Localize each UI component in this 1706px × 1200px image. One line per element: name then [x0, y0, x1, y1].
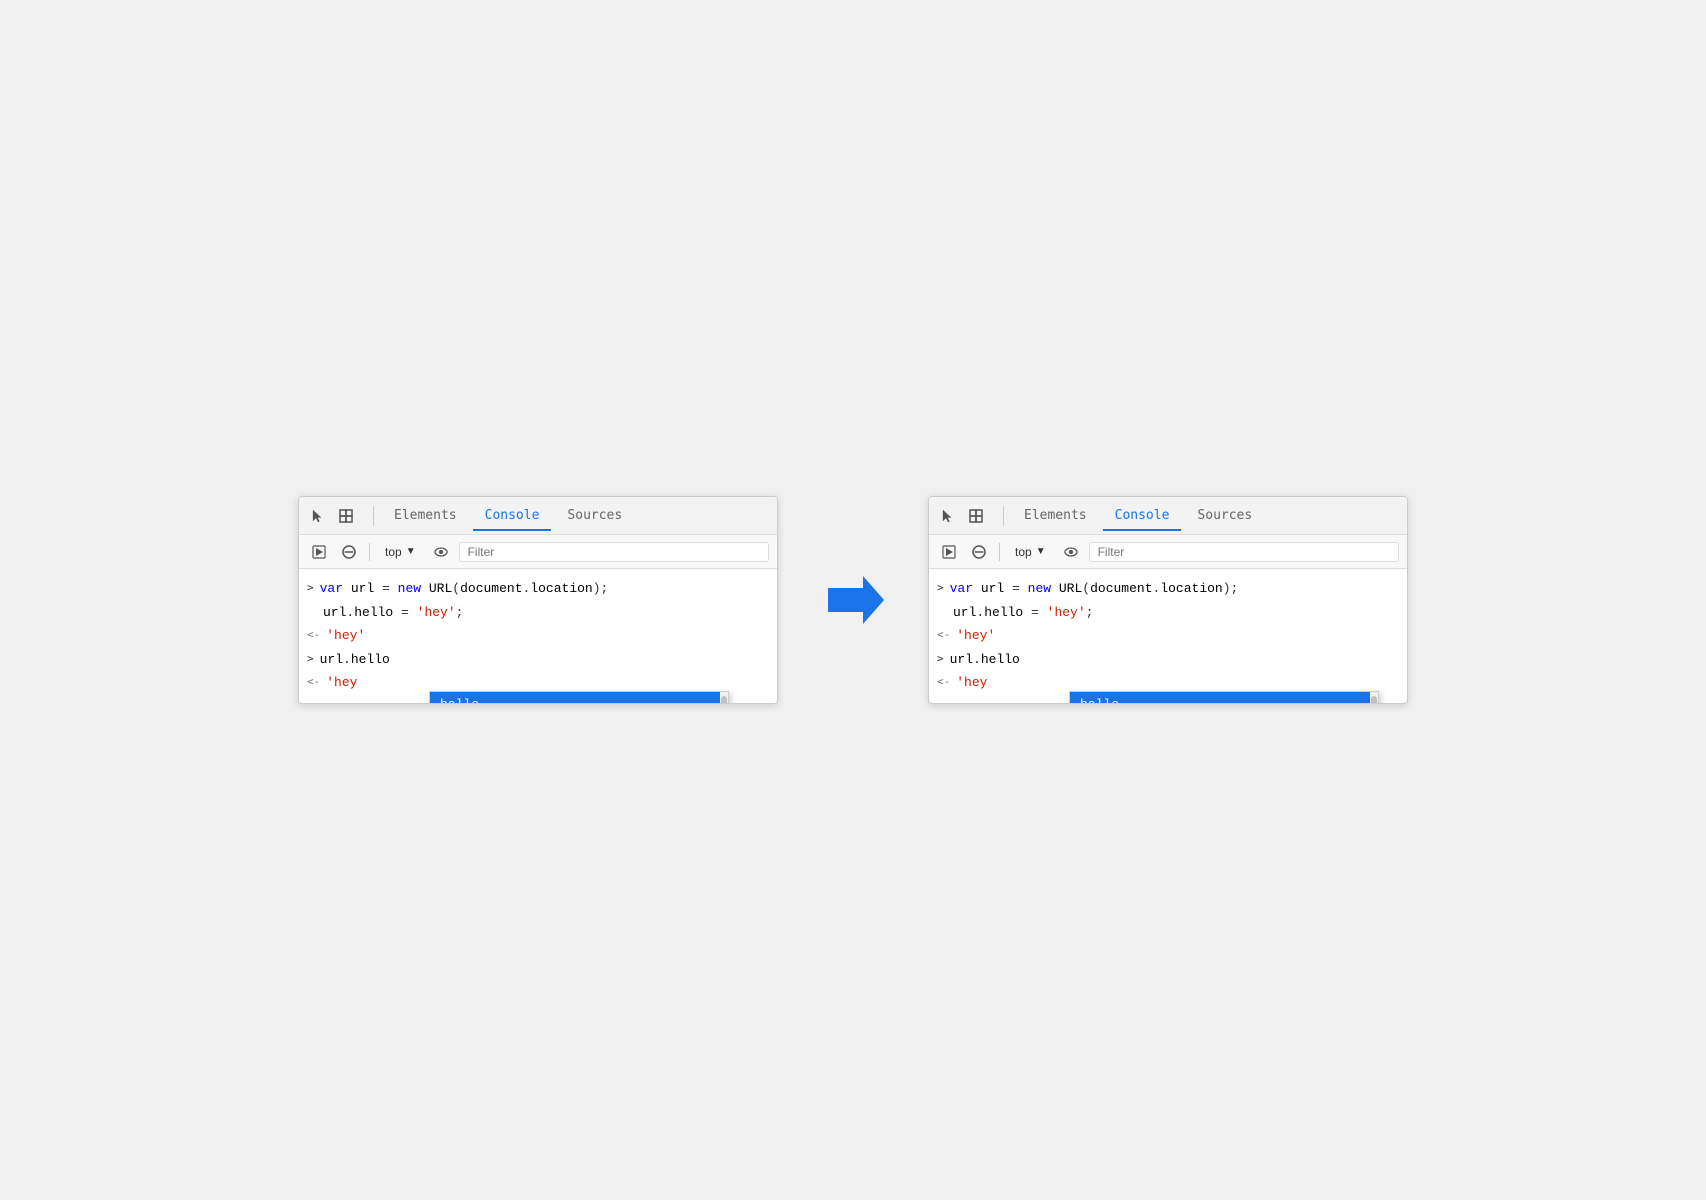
left-output-3: 'hey'	[326, 626, 365, 646]
arrow-connector	[818, 572, 888, 628]
left-arrow-3: <-	[307, 627, 320, 644]
left-code-4: url.hello	[320, 650, 390, 670]
right-tab-console[interactable]: Console	[1103, 502, 1182, 531]
right-top-label: top	[1015, 545, 1032, 559]
run-icon[interactable]	[307, 540, 331, 564]
left-scrollbar[interactable]	[720, 692, 728, 704]
right-dropdown-arrow: ▼	[1036, 546, 1046, 557]
clear-icon[interactable]	[337, 540, 361, 564]
right-eye-icon[interactable]	[1059, 540, 1083, 564]
right-top-selector[interactable]: top ▼	[1008, 542, 1053, 562]
right-tab-sources[interactable]: Sources	[1185, 502, 1264, 531]
eye-icon[interactable]	[429, 540, 453, 564]
right-line-3: <- 'hey'	[929, 624, 1407, 648]
right-output-3: 'hey'	[956, 626, 995, 646]
left-line-1: > var url = new URL(document.location);	[299, 577, 777, 601]
right-line-4: > url.hello	[929, 648, 1407, 672]
right-line-1: > var url = new URL(document.location);	[929, 577, 1407, 601]
right-arrow-3: <-	[937, 627, 950, 644]
left-filter-input[interactable]	[459, 542, 769, 562]
right-autocomplete-dropdown[interactable]: hello hash host hostname href origin pas…	[1069, 691, 1379, 704]
right-code-1: var url = new URL(document.location);	[950, 579, 1239, 599]
right-scrollbar-thumb	[1371, 696, 1377, 704]
left-tab-sources[interactable]: Sources	[555, 502, 634, 531]
left-toolbar: top ▼	[299, 535, 777, 569]
left-line-3: <- 'hey'	[299, 624, 777, 648]
left-devtools-panel: Elements Console Sources top	[298, 496, 778, 704]
right-arrow-4: >	[937, 651, 944, 668]
left-toolbar-divider	[369, 543, 370, 561]
right-filter-input[interactable]	[1089, 542, 1399, 562]
right-toolbar-icons	[937, 505, 987, 527]
left-line-4: > url.hello	[299, 648, 777, 672]
right-clear-icon[interactable]	[967, 540, 991, 564]
inspect-icon[interactable]	[335, 505, 357, 527]
left-tab-bar: Elements Console Sources	[299, 497, 777, 535]
left-line-2: url.hello = 'hey';	[315, 601, 777, 625]
main-container: Elements Console Sources top	[298, 496, 1408, 704]
right-cursor-icon[interactable]	[937, 505, 959, 527]
cursor-icon[interactable]	[307, 505, 329, 527]
right-line-2: url.hello = 'hey';	[945, 601, 1407, 625]
left-scrollbar-thumb	[721, 696, 727, 704]
left-autocomplete-wrapper: <- 'hey hello __defineGetter__ __defineS…	[299, 671, 777, 695]
left-tab-elements[interactable]: Elements	[382, 502, 469, 531]
left-tab-divider	[373, 506, 374, 526]
left-toolbar-icons	[307, 505, 357, 527]
right-tab-divider	[1003, 506, 1004, 526]
right-arrow-icon	[818, 572, 888, 628]
right-inspect-icon[interactable]	[965, 505, 987, 527]
left-arrow-5: <-	[307, 674, 320, 691]
right-arrow-5: <-	[937, 674, 950, 691]
right-code-4: url.hello	[950, 650, 1020, 670]
left-top-selector[interactable]: top ▼	[378, 542, 423, 562]
right-autocomplete-item-hello[interactable]: hello	[1070, 692, 1378, 704]
right-code-2: url.hello = 'hey';	[953, 603, 1093, 623]
left-top-label: top	[385, 545, 402, 559]
right-devtools-panel: Elements Console Sources top ▼	[928, 496, 1408, 704]
left-arrow-4: >	[307, 651, 314, 668]
right-arrow-1: >	[937, 580, 944, 597]
right-toolbar-divider	[999, 543, 1000, 561]
left-console-content: > var url = new URL(document.location); …	[299, 569, 777, 703]
right-toolbar: top ▼	[929, 535, 1407, 569]
right-tab-elements[interactable]: Elements	[1012, 502, 1099, 531]
right-console-content: > var url = new URL(document.location); …	[929, 569, 1407, 703]
right-scrollbar[interactable]	[1370, 692, 1378, 704]
left-autocomplete-item-hello[interactable]: hello	[430, 692, 728, 704]
right-autocomplete-wrapper: <- 'hey hello hash host hostname href or…	[929, 671, 1407, 695]
left-autocomplete-dropdown[interactable]: hello __defineGetter__ __defineSetter__ …	[429, 691, 729, 704]
left-dropdown-arrow: ▼	[406, 546, 416, 557]
left-tab-console[interactable]: Console	[473, 502, 552, 531]
right-run-icon[interactable]	[937, 540, 961, 564]
right-tab-bar: Elements Console Sources	[929, 497, 1407, 535]
left-partial-output: 'hey	[326, 673, 357, 693]
left-code-2: url.hello = 'hey';	[323, 603, 463, 623]
left-arrow-1: >	[307, 580, 314, 597]
left-code-1: var url = new URL(document.location);	[320, 579, 609, 599]
right-partial-output: 'hey	[956, 673, 987, 693]
